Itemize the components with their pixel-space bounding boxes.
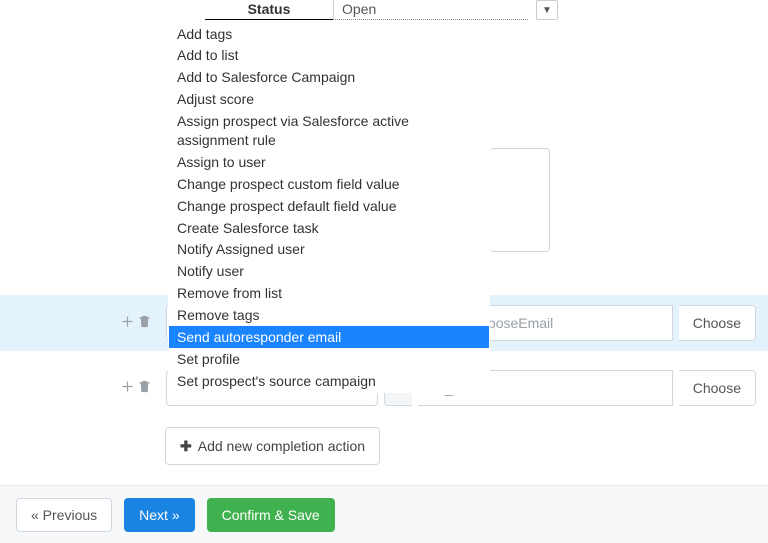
- dropdown-option[interactable]: Adjust score: [169, 89, 489, 111]
- row-controls: [112, 314, 152, 332]
- dropdown-option[interactable]: Change prospect default field value: [169, 195, 489, 217]
- dropdown-option[interactable]: Notify user: [169, 261, 489, 283]
- add-action-label: Add new completion action: [198, 438, 365, 454]
- dropdown-option[interactable]: Remove tags: [169, 305, 489, 327]
- row-controls: [112, 379, 152, 397]
- confirm-save-button[interactable]: Confirm & Save: [207, 498, 335, 532]
- dropdown-option[interactable]: Set prospect's source campaign: [169, 370, 489, 392]
- dropdown-option[interactable]: Assign to user: [169, 151, 489, 173]
- choose-button[interactable]: Choose: [679, 305, 756, 341]
- status-row: Status Open ▼: [0, 0, 768, 20]
- trash-icon[interactable]: [137, 314, 152, 332]
- trash-icon[interactable]: [137, 379, 152, 397]
- previous-button[interactable]: « Previous: [16, 498, 112, 532]
- add-icon[interactable]: [120, 314, 135, 332]
- dropdown-option[interactable]: Notify Assigned user: [169, 239, 489, 261]
- plus-icon: ✚: [180, 438, 192, 455]
- dropdown-option[interactable]: Assign prospect via Salesforce active as…: [169, 111, 489, 152]
- choose-button[interactable]: Choose: [679, 370, 756, 406]
- status-dropdown-toggle[interactable]: ▼: [536, 0, 558, 20]
- dropdown-option[interactable]: Send autoresponder email: [169, 326, 489, 348]
- add-icon[interactable]: [120, 379, 135, 397]
- dropdown-option[interactable]: Set profile: [169, 348, 489, 370]
- dropdown-option[interactable]: Create Salesforce task: [169, 217, 489, 239]
- wizard-footer: « Previous Next » Confirm & Save: [0, 485, 768, 543]
- action-dropdown-list[interactable]: Add tagsAdd to listAdd to Salesforce Cam…: [168, 22, 490, 393]
- dropdown-option[interactable]: Add tags: [169, 23, 489, 45]
- status-value[interactable]: Open: [333, 0, 528, 20]
- dropdown-option[interactable]: Add to Salesforce Campaign: [169, 67, 489, 89]
- next-button[interactable]: Next »: [124, 498, 194, 532]
- status-label: Status: [205, 0, 333, 20]
- dropdown-option[interactable]: Remove from list: [169, 283, 489, 305]
- dropdown-option[interactable]: Change prospect custom field value: [169, 173, 489, 195]
- textarea-fragment[interactable]: [490, 148, 550, 252]
- dropdown-option[interactable]: Add to list: [169, 45, 489, 67]
- add-completion-action-button[interactable]: ✚ Add new completion action: [165, 427, 380, 465]
